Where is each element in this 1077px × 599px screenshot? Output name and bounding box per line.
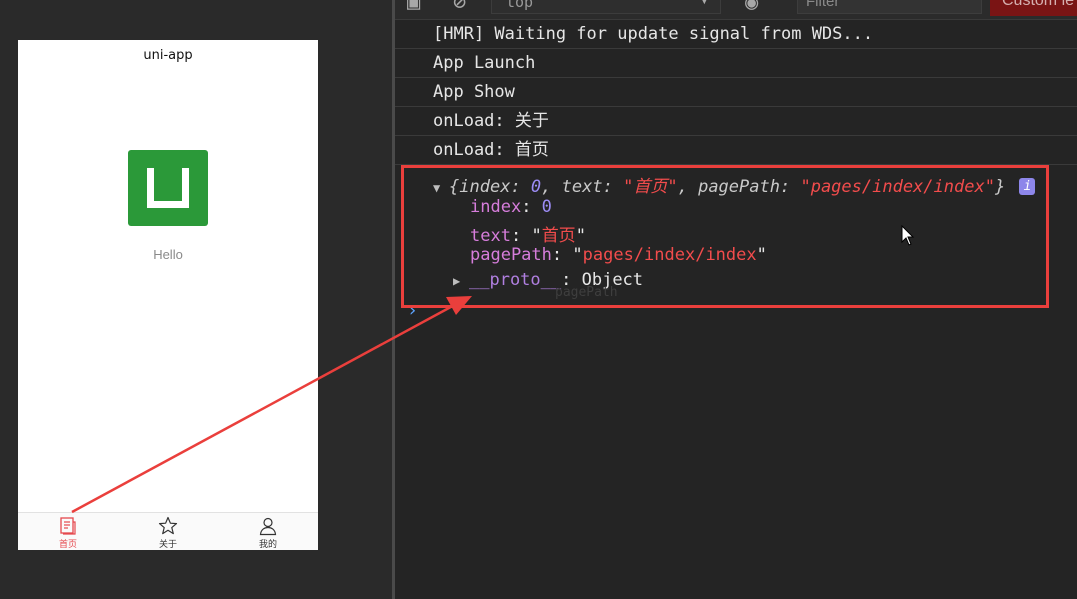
custom-levels-button[interactable]: Custom le (990, 0, 1077, 16)
star-icon (158, 516, 178, 535)
tab-home-label: 首页 (58, 540, 77, 550)
hello-text: Hello (153, 247, 183, 262)
log-line: onLoad: 首页 (395, 136, 1077, 165)
nav-title: uni-app (143, 48, 193, 63)
logo-u-glyph (147, 168, 189, 208)
uni-app-logo (128, 150, 208, 226)
expand-triangle-icon[interactable]: ▼ (433, 181, 449, 195)
eye-icon[interactable]: ◉ (745, 0, 758, 15)
tab-home[interactable]: 首页 (18, 513, 118, 550)
console-toolbar: ▣ ⊘ top ▾ ◉ Filter Custom le (395, 0, 1077, 20)
clear-console-icon[interactable]: ⊘ (453, 0, 466, 15)
object-preview[interactable]: ▼ {index: 0, text: "首页", pagePath: "pages… (433, 172, 1036, 197)
tab-mine-label: 我的 (258, 540, 277, 550)
chevron-down-icon: ▾ (700, 0, 708, 8)
expand-triangle-icon[interactable]: ▶ (453, 274, 469, 288)
context-select-value: top (506, 0, 534, 11)
mouse-cursor-icon (901, 225, 915, 246)
log-line: App Launch (395, 49, 1077, 78)
devtools-console: ▣ ⊘ top ▾ ◉ Filter Custom le [HMR] Waiti… (395, 0, 1077, 599)
tab-bar: 首页 关于 我的 (18, 512, 318, 550)
console-prompt[interactable]: › (407, 300, 418, 321)
ghost-text: pagePath (555, 285, 618, 300)
filter-input[interactable]: Filter (797, 0, 982, 14)
log-line: [HMR] Waiting for update signal from WDS… (395, 20, 1077, 49)
object-property-row: pagePath: "pages/index/index" (470, 245, 767, 265)
simulator-panel: uni-app Hello 首页 关于 我的 (0, 0, 392, 599)
context-select[interactable]: top ▾ (491, 0, 721, 14)
document-icon (60, 517, 76, 535)
tab-mine[interactable]: 我的 (218, 513, 318, 550)
log-line: App Show (395, 78, 1077, 107)
object-property-row: index: 0 (470, 197, 552, 217)
person-icon (259, 517, 277, 536)
tab-about[interactable]: 关于 (118, 513, 218, 550)
object-log-entry: ▼ {index: 0, text: "首页", pagePath: "pages… (395, 166, 1077, 298)
phone-screen: uni-app Hello 首页 关于 我的 (18, 40, 318, 550)
info-icon[interactable]: i (1019, 178, 1036, 195)
log-line: onLoad: 关于 (395, 107, 1077, 136)
object-property-row: text: "首页" (470, 226, 586, 246)
sidebar-toggle-icon[interactable]: ▣ (407, 0, 420, 15)
tab-about-label: 关于 (158, 540, 177, 550)
